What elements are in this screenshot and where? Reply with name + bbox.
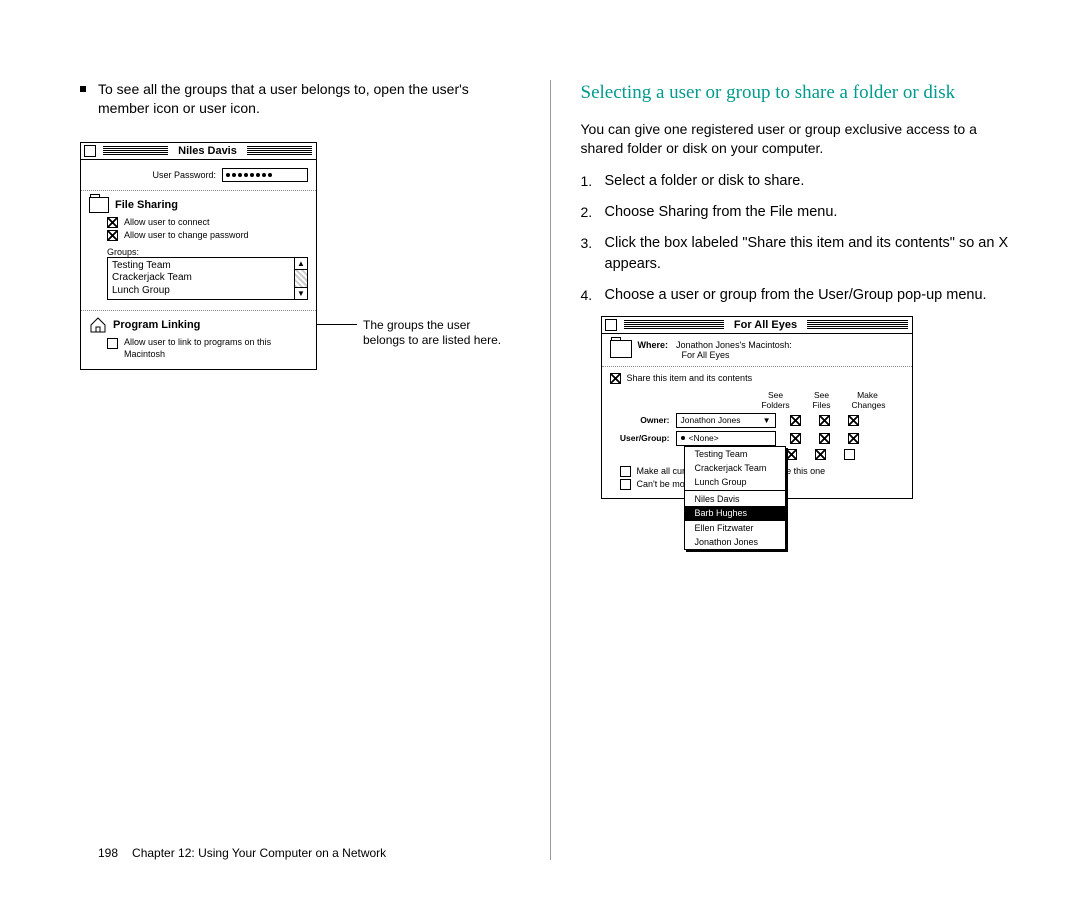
owner-label: Owner: bbox=[610, 415, 670, 425]
titlebar: Niles Davis bbox=[81, 143, 316, 160]
step-item: 3.Click the box labeled "Share this item… bbox=[581, 233, 1021, 275]
perm-checkbox[interactable] bbox=[786, 449, 797, 460]
where-path-2: For All Eyes bbox=[682, 350, 792, 360]
groups-list: Testing Team Crackerjack Team Lunch Grou… bbox=[108, 258, 294, 300]
perm-checkbox[interactable] bbox=[815, 449, 826, 460]
checkbox-make-all[interactable] bbox=[620, 466, 631, 477]
allow-connect-label: Allow user to connect bbox=[124, 217, 210, 227]
step-item: 1.Select a folder or disk to share. bbox=[581, 171, 1021, 192]
popup-item[interactable]: Ellen Fitzwater bbox=[685, 521, 785, 535]
popup-item-selected[interactable]: Barb Hughes bbox=[685, 506, 785, 520]
checkbox-cant-move[interactable] bbox=[620, 479, 631, 490]
checkbox-share-item[interactable] bbox=[610, 373, 621, 384]
section-heading: Selecting a user or group to share a fol… bbox=[581, 80, 1021, 106]
owner-dropdown[interactable]: Jonathon Jones▼ bbox=[676, 413, 776, 428]
checkbox-allow-changepw[interactable] bbox=[107, 230, 118, 241]
perm-checkbox[interactable] bbox=[790, 415, 801, 426]
allow-link-label: Allow user to link to programs on this M… bbox=[124, 337, 308, 360]
close-icon[interactable] bbox=[605, 319, 617, 331]
file-sharing-header: File Sharing bbox=[115, 199, 178, 211]
program-linking-header: Program Linking bbox=[113, 319, 200, 331]
folder-icon bbox=[610, 340, 632, 358]
usergroup-popup[interactable]: Testing Team Crackerjack Team Lunch Grou… bbox=[684, 446, 786, 550]
password-label: User Password: bbox=[152, 170, 216, 180]
bullet-text: To see all the groups that a user belong… bbox=[98, 80, 520, 118]
popup-item[interactable]: Niles Davis bbox=[685, 492, 785, 506]
perm-header: SeeFolders bbox=[760, 390, 792, 410]
titlebar-lines bbox=[247, 146, 312, 156]
perm-checkbox[interactable] bbox=[844, 449, 855, 460]
scroll-down-icon[interactable]: ▼ bbox=[295, 287, 307, 299]
perm-checkbox[interactable] bbox=[848, 415, 859, 426]
folder-icon bbox=[89, 197, 109, 213]
window-title: For All Eyes bbox=[728, 319, 803, 331]
perm-checkbox[interactable] bbox=[790, 433, 801, 444]
house-icon bbox=[89, 317, 107, 333]
list-item[interactable]: Crackerjack Team bbox=[112, 272, 290, 285]
usergroup-label: User/Group: bbox=[610, 433, 670, 443]
page-number: 198 bbox=[98, 846, 118, 860]
bullet-icon bbox=[80, 86, 86, 92]
perm-checkbox[interactable] bbox=[819, 415, 830, 426]
list-item[interactable]: Testing Team bbox=[112, 260, 290, 273]
callout-caption: The groups the user belongs to are liste… bbox=[363, 318, 501, 349]
share-item-label: Share this item and its contents bbox=[627, 373, 753, 383]
bullet-item: To see all the groups that a user belong… bbox=[80, 80, 520, 118]
groups-label: Groups: bbox=[107, 247, 308, 257]
perm-checkbox[interactable] bbox=[848, 433, 859, 444]
user-window: Niles Davis User Password: File Sh bbox=[80, 142, 317, 370]
callout-line bbox=[317, 324, 357, 325]
checkbox-allow-connect[interactable] bbox=[107, 217, 118, 228]
scrollbar[interactable]: ▲ ▼ bbox=[294, 258, 307, 300]
popup-item[interactable]: Testing Team bbox=[685, 447, 785, 461]
where-path: Jonathon Jones's Macintosh: bbox=[676, 340, 792, 350]
list-item[interactable]: Lunch Group bbox=[112, 285, 290, 298]
column-divider bbox=[550, 80, 551, 860]
popup-item[interactable]: Crackerjack Team bbox=[685, 461, 785, 475]
where-label: Where: bbox=[638, 340, 669, 350]
window-title: Niles Davis bbox=[172, 145, 243, 157]
popup-item[interactable]: Jonathon Jones bbox=[685, 535, 785, 549]
allow-changepw-label: Allow user to change password bbox=[124, 230, 249, 240]
chapter-title: Chapter 12: Using Your Computer on a Net… bbox=[132, 846, 386, 860]
page-footer: 198 Chapter 12: Using Your Computer on a… bbox=[98, 846, 386, 860]
usergroup-dropdown[interactable]: <None> bbox=[676, 431, 776, 446]
chevron-down-icon: ▼ bbox=[763, 416, 771, 425]
step-item: 4.Choose a user or group from the User/G… bbox=[581, 285, 1021, 306]
titlebar-lines bbox=[103, 146, 168, 156]
sharing-window: For All Eyes Where: Jonathon Jones's Mac… bbox=[601, 316, 913, 499]
password-field[interactable] bbox=[222, 168, 308, 182]
popup-item[interactable]: Lunch Group bbox=[685, 475, 785, 489]
titlebar: For All Eyes bbox=[602, 317, 912, 334]
close-icon[interactable] bbox=[84, 145, 96, 157]
perm-header: SeeFiles bbox=[806, 390, 838, 410]
step-item: 2.Choose Sharing from the File menu. bbox=[581, 202, 1021, 223]
perm-header: MakeChanges bbox=[852, 390, 884, 410]
scroll-up-icon[interactable]: ▲ bbox=[295, 258, 307, 270]
intro-paragraph: You can give one registered user or grou… bbox=[581, 120, 1021, 159]
perm-checkbox[interactable] bbox=[819, 433, 830, 444]
checkbox-allow-link[interactable] bbox=[107, 338, 118, 349]
